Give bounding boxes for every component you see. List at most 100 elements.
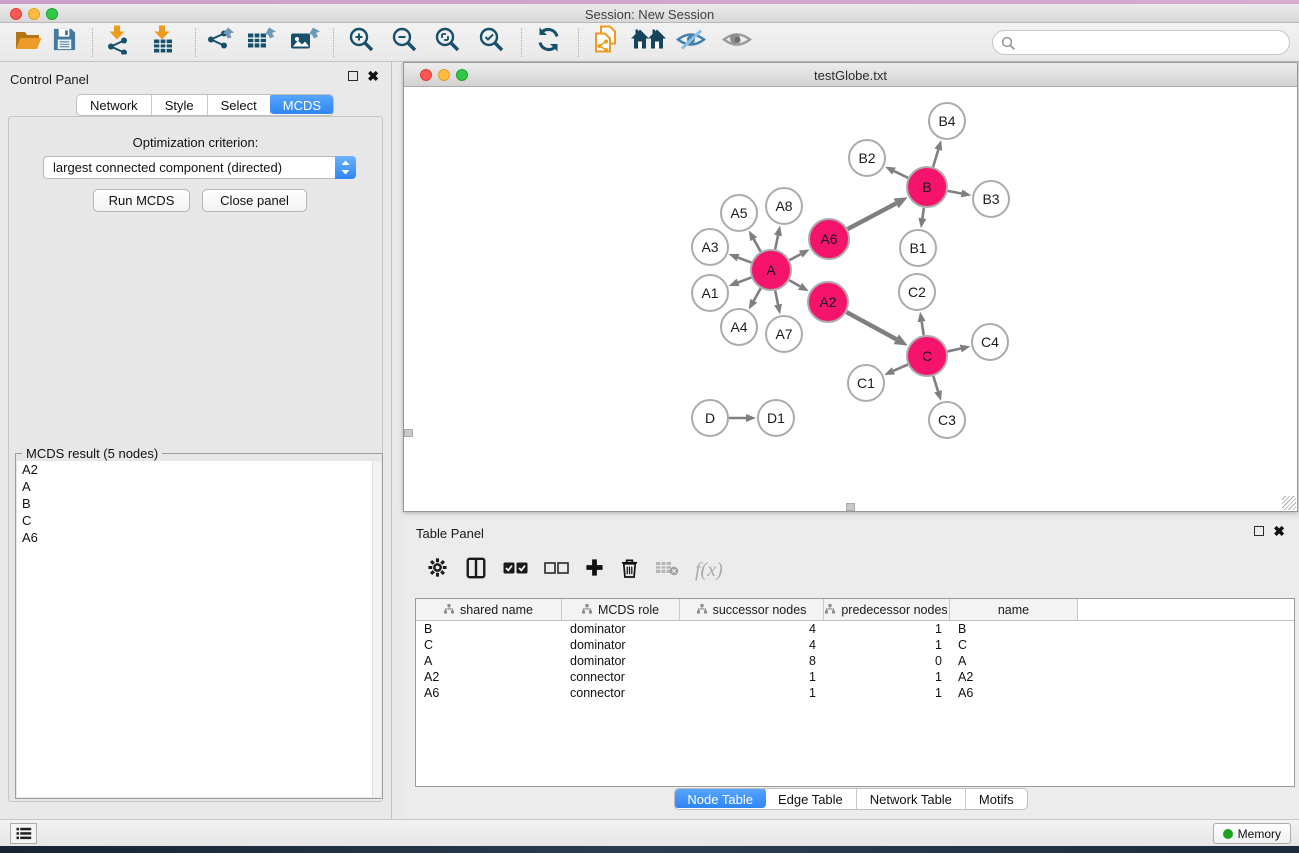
delete-icon[interactable] <box>620 557 639 584</box>
tab-select[interactable]: Select <box>208 95 271 115</box>
table-cell[interactable]: 1 <box>680 669 824 685</box>
result-item[interactable]: A <box>17 478 381 495</box>
edge-A-A3[interactable] <box>738 258 751 263</box>
zoom-fit-icon[interactable] <box>434 26 461 58</box>
table-cell[interactable]: B <box>950 621 1078 637</box>
deselect-all-icon[interactable] <box>544 561 569 580</box>
result-item[interactable]: B <box>17 495 381 512</box>
add-icon[interactable] <box>585 558 604 582</box>
edge-C-C4[interactable] <box>947 349 960 352</box>
edge-B-B4[interactable] <box>933 150 938 167</box>
duplicate-network-icon[interactable] <box>592 25 620 60</box>
export-image-icon[interactable] <box>289 26 320 59</box>
columns-icon[interactable] <box>465 557 487 584</box>
table-cell[interactable]: connector <box>562 685 680 701</box>
table-row[interactable]: A6connector11A6 <box>416 685 1294 701</box>
result-item[interactable]: A6 <box>17 529 381 546</box>
edge-B-B2[interactable] <box>894 171 908 178</box>
close-panel-icon[interactable]: ✖ <box>367 71 379 81</box>
export-table-icon[interactable] <box>246 26 276 59</box>
edge-A-A1[interactable] <box>738 277 751 282</box>
settings-gear-icon[interactable] <box>426 556 449 584</box>
edge-A2-C[interactable] <box>846 312 896 339</box>
export-network-icon[interactable] <box>205 26 235 59</box>
edge-A6-B[interactable] <box>848 203 897 229</box>
network-window-titlebar[interactable]: testGlobe.txt <box>404 63 1297 87</box>
table-cell[interactable]: 0 <box>824 653 950 669</box>
tab-network-table[interactable]: Network Table <box>857 789 966 809</box>
table-cell[interactable]: 4 <box>680 637 824 653</box>
memory-button[interactable]: Memory <box>1213 823 1291 844</box>
result-item[interactable]: C <box>17 512 381 529</box>
zoom-out-icon[interactable] <box>391 26 418 58</box>
search-input[interactable] <box>992 30 1290 55</box>
column-header-shared-name[interactable]: shared name <box>416 599 562 620</box>
edge-A-A5[interactable] <box>754 239 761 252</box>
edge-A-A8[interactable] <box>775 235 778 249</box>
criterion-dropdown[interactable]: largest connected component (directed) <box>43 156 356 179</box>
edge-B-B3[interactable] <box>948 191 962 194</box>
table-cell[interactable]: dominator <box>562 653 680 669</box>
tab-edge-table[interactable]: Edge Table <box>765 789 857 809</box>
table-cell[interactable]: 1 <box>824 669 950 685</box>
run-mcds-button[interactable]: Run MCDS <box>93 189 190 212</box>
select-all-icon[interactable] <box>503 561 528 580</box>
column-header-name[interactable]: name <box>950 599 1078 620</box>
zoom-selected-icon[interactable] <box>478 26 505 58</box>
table-row[interactable]: A2connector11A2 <box>416 669 1294 685</box>
edge-B-B1[interactable] <box>922 208 924 219</box>
zoom-in-icon[interactable] <box>348 26 375 58</box>
network-graph[interactable]: B4B2BB3A8A5A6A3B1AC2A1A2A4A7C4CC1DD1C3 <box>405 88 1296 511</box>
table-cell[interactable]: A6 <box>416 685 562 701</box>
column-header-predecessor-nodes[interactable]: predecessor nodes <box>824 599 950 620</box>
table-row[interactable]: Cdominator41C <box>416 637 1294 653</box>
table-cell[interactable]: A2 <box>950 669 1078 685</box>
table-cell[interactable]: 8 <box>680 653 824 669</box>
float-panel-icon[interactable] <box>348 71 358 81</box>
edge-A-A2[interactable] <box>789 280 800 286</box>
hide-eye-icon[interactable] <box>676 28 707 57</box>
edge-C-C1[interactable] <box>893 364 907 370</box>
table-cell[interactable]: 1 <box>824 621 950 637</box>
canvas-bottom-knob[interactable] <box>846 503 855 511</box>
result-scrollbar[interactable] <box>372 461 381 797</box>
table-cell[interactable]: dominator <box>562 637 680 653</box>
edge-A-A6[interactable] <box>790 254 801 260</box>
table-row[interactable]: Adominator80A <box>416 653 1294 669</box>
canvas-left-knob[interactable] <box>404 429 413 437</box>
delete-table-icon[interactable] <box>655 559 679 581</box>
edge-C-C2[interactable] <box>922 322 924 336</box>
table-cell[interactable]: 1 <box>680 685 824 701</box>
table-cell[interactable]: connector <box>562 669 680 685</box>
save-icon[interactable] <box>52 27 77 57</box>
table-cell[interactable]: A <box>416 653 562 669</box>
node-table[interactable]: shared nameMCDS rolesuccessor nodesprede… <box>415 598 1295 787</box>
edge-C-C3[interactable] <box>933 376 938 391</box>
refresh-icon[interactable] <box>535 26 562 58</box>
column-header-successor-nodes[interactable]: successor nodes <box>680 599 824 620</box>
tab-node-table[interactable]: Node Table <box>674 788 766 808</box>
table-row[interactable]: Bdominator41B <box>416 621 1294 637</box>
edge-A-A4[interactable] <box>754 288 761 301</box>
table-cell[interactable]: 1 <box>824 685 950 701</box>
resize-grip-icon[interactable] <box>1282 496 1296 510</box>
table-cell[interactable]: A <box>950 653 1078 669</box>
table-cell[interactable]: A2 <box>416 669 562 685</box>
table-cell[interactable]: B <box>416 621 562 637</box>
tab-mcds[interactable]: MCDS <box>270 94 334 114</box>
network-canvas[interactable]: B4B2BB3A8A5A6A3B1AC2A1A2A4A7C4CC1DD1C3 <box>405 88 1296 511</box>
float-table-panel-icon[interactable] <box>1254 526 1264 536</box>
task-history-button[interactable] <box>10 823 37 844</box>
table-cell[interactable]: C <box>416 637 562 653</box>
column-header-mcds-role[interactable]: MCDS role <box>562 599 680 620</box>
function-icon[interactable]: f(x) <box>695 559 723 582</box>
show-eye-icon[interactable] <box>722 29 752 56</box>
tab-network[interactable]: Network <box>77 95 152 115</box>
tab-style[interactable]: Style <box>152 95 208 115</box>
table-cell[interactable]: C <box>950 637 1078 653</box>
mcds-result-list[interactable]: A2ABCA6 <box>17 461 381 797</box>
import-network-icon[interactable] <box>104 25 132 60</box>
table-cell[interactable]: A6 <box>950 685 1078 701</box>
table-cell[interactable]: 1 <box>824 637 950 653</box>
close-table-panel-icon[interactable]: ✖ <box>1273 526 1285 536</box>
